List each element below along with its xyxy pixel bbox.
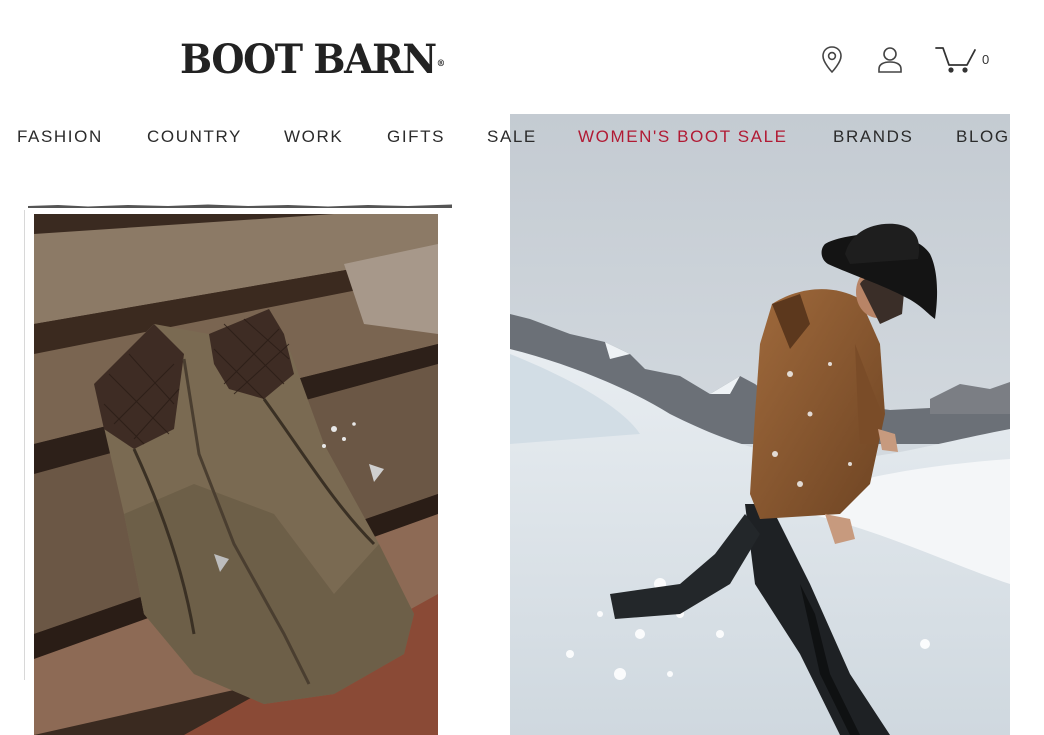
nav-item-country[interactable]: COUNTRY (147, 126, 242, 148)
nav-item-brands[interactable]: BRANDS (833, 126, 913, 148)
nav-item-blog[interactable]: BLOG (956, 126, 1010, 148)
user-account-icon[interactable] (876, 44, 906, 76)
logo-text: BOOT BARN (180, 36, 437, 83)
promo-card-vest[interactable] (24, 200, 452, 735)
registered-mark: ® (436, 59, 445, 69)
torn-paper-edge (28, 204, 452, 208)
main-navigation: FASHION COUNTRY WORK GIFTS SALE WOMEN'S … (0, 126, 1044, 150)
promo-photo-man-in-snow[interactable] (510, 114, 1010, 735)
nav-item-womens-boot-sale[interactable]: WOMEN'S BOOT SALE (578, 126, 788, 148)
snow-scene-image (510, 114, 1010, 735)
site-header: BOOT BARN® 0 (0, 0, 1044, 114)
nav-item-sale[interactable]: SALE (487, 126, 537, 148)
cart-count-badge[interactable]: 0 (982, 52, 989, 67)
nav-item-gifts[interactable]: GIFTS (387, 126, 445, 148)
shopping-cart-icon[interactable] (934, 44, 978, 76)
nav-item-fashion[interactable]: FASHION (17, 126, 103, 148)
nav-item-work[interactable]: WORK (284, 126, 343, 148)
vest-on-wood-image (34, 214, 438, 735)
card-border-line (24, 210, 25, 680)
location-pin-icon[interactable] (818, 44, 848, 76)
boot-barn-logo[interactable]: BOOT BARN® (180, 36, 445, 83)
